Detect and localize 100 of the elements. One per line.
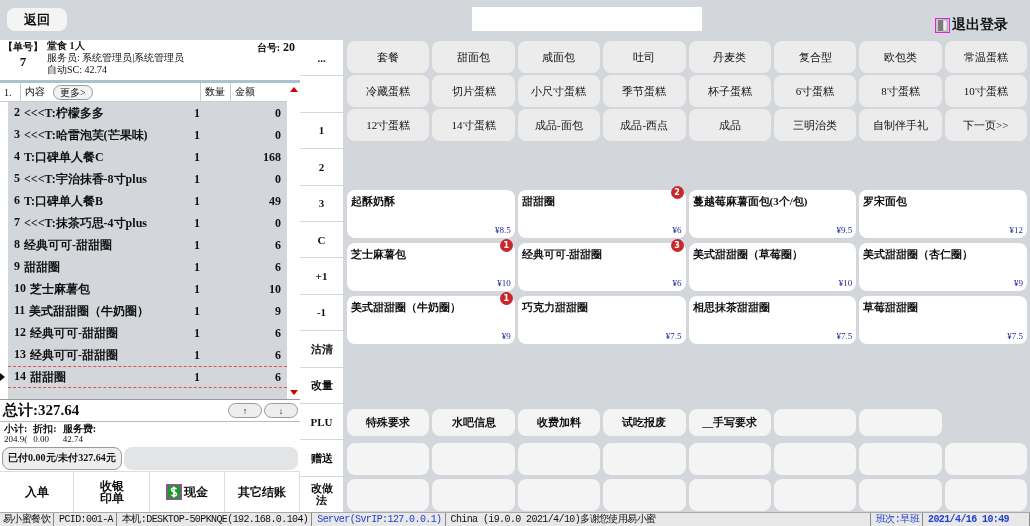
empty-button[interactable]	[688, 479, 771, 511]
status-text: 2021/4/16 10:49	[925, 513, 1030, 526]
order-row[interactable]: 5 <<<T:宇治抹香-8寸plus 1 0	[8, 168, 287, 190]
empty-button[interactable]	[432, 479, 515, 511]
empty-button[interactable]	[603, 479, 686, 511]
amount-cell-text: 6	[274, 325, 282, 341]
back-button[interactable]: 返回	[7, 8, 67, 31]
category-button[interactable]: 吐司	[603, 41, 686, 73]
order-row[interactable]: 6 T:口碑单人餐B 1 49	[8, 190, 287, 212]
quantity-cell-text: 1	[194, 215, 201, 231]
empty-button[interactable]	[773, 479, 857, 511]
keypad-key[interactable]: +1	[300, 258, 343, 294]
category-button[interactable]: 咸面包	[517, 41, 601, 73]
category-button[interactable]: 杯子蛋糕	[688, 75, 771, 107]
modifier-button[interactable]: __手写要求	[688, 409, 771, 436]
category-button[interactable]: 丹麦类	[688, 41, 771, 73]
order-row[interactable]: 14 甜甜圈 1 6	[8, 366, 287, 388]
order-row[interactable]: 11 美式甜甜圈（牛奶圈） 1 9	[8, 300, 287, 322]
product-card[interactable]: 罗宋面包 ¥12	[859, 190, 1027, 238]
door-icon[interactable]	[935, 17, 950, 33]
empty-button[interactable]	[603, 443, 686, 475]
category-button[interactable]: 常温蛋糕	[944, 41, 1027, 73]
product-card[interactable]: 蔓越莓麻薯面包(3个/包) ¥9.5	[688, 190, 857, 238]
more-button[interactable]: 更多>	[53, 84, 93, 100]
order-row[interactable]: 12 经典可可-甜甜圈 1 6	[8, 322, 287, 344]
empty-button[interactable]	[773, 443, 857, 475]
empty-button[interactable]	[432, 443, 515, 475]
category-button[interactable]: 6寸蛋糕	[773, 75, 857, 107]
scroll-up-icon[interactable]	[289, 87, 298, 92]
keypad-key[interactable]: 赠送	[300, 440, 343, 476]
empty-button[interactable]	[688, 443, 771, 475]
empty-button[interactable]	[859, 443, 942, 475]
category-button[interactable]: 成品-西点	[603, 109, 686, 141]
category-button[interactable]: 成品	[688, 109, 771, 141]
item-name: <<<T:抹茶巧思-4寸plus	[24, 214, 147, 232]
search-field[interactable]	[472, 7, 702, 31]
empty-button[interactable]	[859, 479, 942, 511]
product-card[interactable]: 巧克力甜甜圈 ¥7.5	[517, 296, 686, 344]
category-button[interactable]: 欧包类	[859, 41, 942, 73]
order-row[interactable]: 7 <<<T:抹茶巧思-4寸plus 1 0	[8, 212, 287, 234]
empty-button[interactable]	[944, 443, 1027, 475]
keypad-key[interactable]: 改量	[300, 367, 343, 403]
empty-button[interactable]	[517, 443, 601, 475]
product-card[interactable]: 美式甜甜圈（草莓圈） ¥10	[688, 243, 857, 291]
category-button[interactable]: 甜面包	[432, 41, 515, 73]
empty-button[interactable]	[773, 409, 857, 436]
modifier-button[interactable]: 收费加料	[517, 409, 601, 436]
keypad-key[interactable]: 1	[300, 112, 343, 149]
category-button[interactable]: 复合型	[773, 41, 857, 73]
order-row[interactable]: 2 <<<T:柠檬多多 1 0	[8, 102, 287, 124]
category-button[interactable]: 套餐	[347, 41, 430, 73]
product-name: 甜甜圈	[521, 194, 556, 209]
category-button[interactable]: 12寸蛋糕	[347, 109, 430, 141]
product-card[interactable]: 草莓甜甜圈 ¥7.5	[859, 296, 1027, 344]
modifier-button[interactable]: 水吧信息	[432, 409, 515, 436]
order-row[interactable]: 9 甜甜圈 1 6	[8, 256, 287, 278]
empty-button[interactable]	[517, 479, 601, 511]
order-row[interactable]: 3 <<<T:哈雷泡芙(芒果味) 1 0	[8, 124, 287, 146]
empty-button[interactable]	[347, 443, 430, 475]
keypad-key[interactable]: C	[300, 221, 343, 258]
order-row[interactable]: 10 芝士麻薯包 1 10	[8, 278, 287, 300]
category-button[interactable]: 自制伴手礼	[859, 109, 942, 141]
keypad-key[interactable]: 沽清	[300, 331, 343, 367]
keypad-key[interactable]: 改做法	[300, 476, 343, 513]
product-name: 罗宋面包	[863, 194, 909, 209]
keypad-key[interactable]: ...	[300, 40, 343, 76]
down-button[interactable]: ↓	[264, 403, 298, 418]
up-button[interactable]: ↑	[228, 403, 262, 418]
scrollbar[interactable]	[287, 83, 300, 399]
modifier-button[interactable]: 试吃报废	[603, 409, 686, 436]
order-row[interactable]: 4 T:口碑单人餐C 1 168	[8, 146, 287, 168]
empty-button[interactable]	[859, 409, 942, 436]
payment-status-button[interactable]: 已付0.00元/未付327.64元	[2, 446, 122, 470]
keypad-key[interactable]: -1	[300, 294, 343, 331]
category-button[interactable]: 切片蛋糕	[432, 75, 515, 107]
category-button[interactable]: 季节蛋糕	[603, 75, 686, 107]
empty-button[interactable]	[347, 479, 430, 511]
category-button[interactable]: 成品-面包	[517, 109, 601, 141]
logout-button[interactable]: 退出登录	[952, 16, 1008, 34]
category-button[interactable]: 14寸蛋糕	[432, 109, 515, 141]
product-name: 相思抹茶甜甜圈	[692, 300, 771, 315]
product-card[interactable]: 起酥奶酥 ¥8.5	[347, 190, 515, 238]
order-row[interactable]: 8 经典可可-甜甜圈 1 6	[8, 234, 287, 256]
category-button[interactable]: 8寸蛋糕	[859, 75, 942, 107]
empty-button[interactable]	[944, 479, 1027, 511]
modifier-button[interactable]: 特殊要求	[347, 409, 430, 436]
keypad-key[interactable]: 3	[300, 185, 343, 221]
scroll-down-icon[interactable]	[289, 390, 298, 395]
row-number: 5	[14, 170, 20, 187]
keypad-key[interactable]: PLU	[300, 403, 343, 440]
category-button[interactable]: 下一页>>	[944, 109, 1027, 141]
product-card[interactable]: 美式甜甜圈（杏仁圈） ¥9	[859, 243, 1027, 291]
keypad-key[interactable]: 2	[300, 149, 343, 185]
product-card[interactable]: 相思抹茶甜甜圈 ¥7.5	[688, 296, 857, 344]
category-button[interactable]: 冷藏蛋糕	[347, 75, 430, 107]
category-button[interactable]: 10寸蛋糕	[944, 75, 1027, 107]
amount-cell-text: 6	[274, 347, 282, 363]
category-button[interactable]: 三明治类	[773, 109, 857, 141]
order-row[interactable]: 13 经典可可-甜甜圈 1 6	[8, 344, 287, 366]
category-button[interactable]: 小尺寸蛋糕	[517, 75, 601, 107]
